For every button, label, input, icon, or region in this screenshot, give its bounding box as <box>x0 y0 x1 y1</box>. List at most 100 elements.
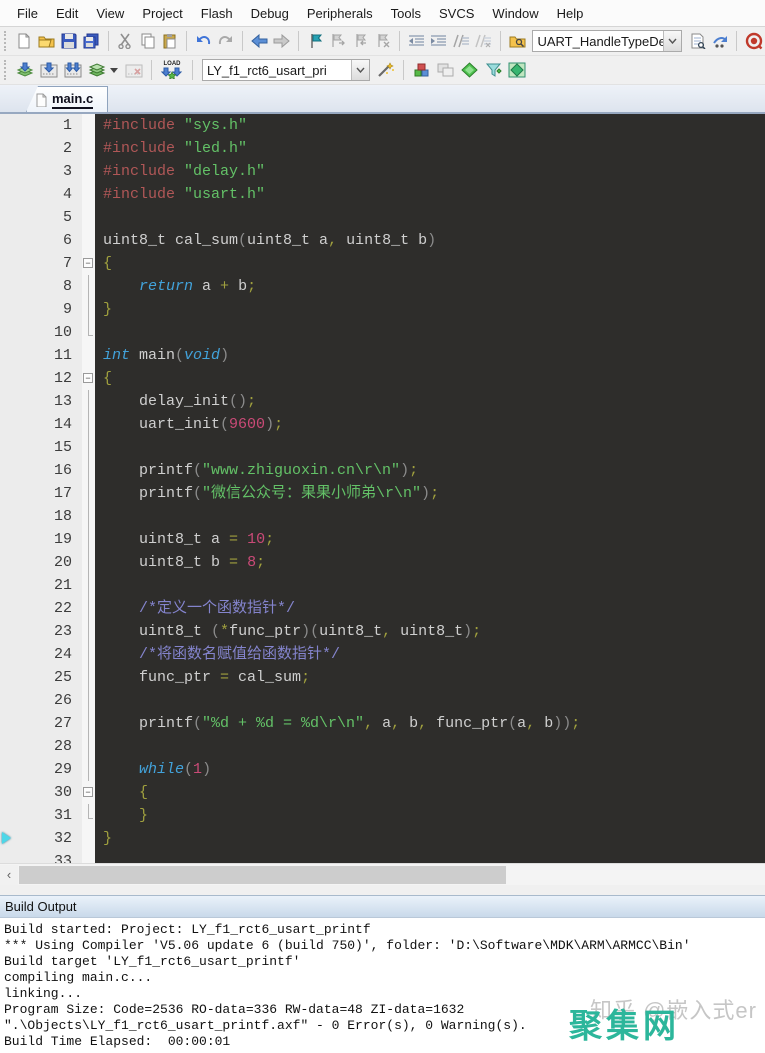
paste-icon[interactable] <box>159 30 182 52</box>
cut-icon[interactable] <box>114 30 137 52</box>
help-search-icon[interactable] <box>742 30 765 52</box>
target-combobox[interactable]: LY_f1_rct6_usart_pri <box>202 59 370 81</box>
code-line[interactable]: 6 uint8_t cal_sum(uint8_t a, uint8_t b) <box>0 229 765 252</box>
code-line[interactable]: 11 int main(void) <box>0 344 765 367</box>
code-line[interactable]: 30 − { <box>0 781 765 804</box>
fold-toggle-icon[interactable]: − <box>83 787 93 797</box>
code-line[interactable]: 28 <box>0 735 765 758</box>
menu-tools[interactable]: Tools <box>382 2 430 25</box>
new-file-icon[interactable] <box>13 30 36 52</box>
code-editor[interactable]: 1 #include "sys.h" 2 #include "led.h" 3 #incl… <box>0 114 765 863</box>
code-line[interactable]: 9} <box>0 298 765 321</box>
code-line[interactable]: 19 uint8_t a = 10; <box>0 528 765 551</box>
rebuild-icon[interactable] <box>61 59 85 81</box>
build-output-header[interactable]: Build Output <box>0 895 765 918</box>
target-combobox-value[interactable]: LY_f1_rct6_usart_pri <box>203 63 351 78</box>
bookmark-clear-icon[interactable] <box>372 30 395 52</box>
redo-icon[interactable] <box>215 30 238 52</box>
code-line[interactable]: 20 uint8_t b = 8; <box>0 551 765 574</box>
menu-flash[interactable]: Flash <box>192 2 242 25</box>
scroll-thumb[interactable] <box>19 866 506 884</box>
batch-build-icon[interactable] <box>85 59 109 81</box>
nav-forward-icon[interactable] <box>271 30 294 52</box>
code-line[interactable]: 7 −{ <box>0 252 765 275</box>
menu-debug[interactable]: Debug <box>242 2 298 25</box>
code-line[interactable]: 15 <box>0 436 765 459</box>
toolbar-separator <box>736 31 738 51</box>
save-icon[interactable] <box>58 30 81 52</box>
fold-toggle-icon[interactable]: − <box>83 373 93 383</box>
build-output-panel[interactable]: Build started: Project: LY_f1_rct6_usart… <box>0 918 765 1053</box>
code-text: uint8_t (*func_ptr)(uint8_t, uint8_t); <box>103 623 482 640</box>
code-line[interactable]: 25 func_ptr = cal_sum; <box>0 666 765 689</box>
code-line[interactable]: 4 #include "usart.h" <box>0 183 765 206</box>
code-line[interactable]: 26 <box>0 689 765 712</box>
code-line[interactable]: 8 return a + b; <box>0 275 765 298</box>
comment-icon[interactable] <box>450 30 473 52</box>
symbol-combobox[interactable]: UART_HandleTypeDe <box>532 30 683 52</box>
open-folder-icon[interactable] <box>35 30 58 52</box>
scroll-left-button[interactable]: ‹ <box>0 865 18 885</box>
code-line[interactable]: 23 uint8_t (*func_ptr)(uint8_t, uint8_t)… <box>0 620 765 643</box>
code-line[interactable]: 3 #include "delay.h" <box>0 160 765 183</box>
code-line[interactable]: 33 <box>0 850 765 863</box>
code-line[interactable]: 1 #include "sys.h" <box>0 114 765 137</box>
bookmark-next-icon[interactable] <box>327 30 350 52</box>
menu-file[interactable]: File <box>8 2 47 25</box>
select-folder-icon[interactable] <box>481 59 505 81</box>
nav-back-icon[interactable] <box>248 30 271 52</box>
bookmark-prev-icon[interactable] <box>349 30 372 52</box>
code-line[interactable]: 21 <box>0 574 765 597</box>
tab-label[interactable]: main.c <box>52 91 94 109</box>
code-line[interactable]: 17 printf("微信公众号：果果小师弟\r\n"); <box>0 482 765 505</box>
code-line[interactable]: 32} <box>0 827 765 850</box>
code-line[interactable]: 22 /*定义一个函数指针*/ <box>0 597 765 620</box>
indent-right-icon[interactable] <box>428 30 451 52</box>
code-line[interactable]: 27 printf("%d + %d = %d\r\n", a, b, func… <box>0 712 765 735</box>
code-line[interactable]: 29 while(1) <box>0 758 765 781</box>
undo-icon[interactable] <box>192 30 215 52</box>
symbol-combobox-dropdown[interactable] <box>663 31 682 51</box>
code-line[interactable]: 13 delay_init(); <box>0 390 765 413</box>
copy-icon[interactable] <box>136 30 159 52</box>
symbol-combobox-value[interactable]: UART_HandleTypeDe <box>533 34 663 49</box>
menu-window[interactable]: Window <box>483 2 547 25</box>
code-line[interactable]: 10 <box>0 321 765 344</box>
manage-components-icon[interactable] <box>409 59 433 81</box>
tab-main-c[interactable]: main.c <box>26 86 109 112</box>
menu-peripherals[interactable]: Peripherals <box>298 2 382 25</box>
menu-svcs[interactable]: SVCS <box>430 2 483 25</box>
menu-view[interactable]: View <box>87 2 133 25</box>
panel-splitter[interactable] <box>0 885 765 895</box>
run-time-env-icon[interactable] <box>457 59 481 81</box>
find-doc-icon[interactable] <box>686 30 709 52</box>
code-line[interactable]: 5 <box>0 206 765 229</box>
save-all-icon[interactable] <box>80 30 103 52</box>
load-flash-icon[interactable]: LOAD <box>157 59 187 81</box>
code-line[interactable]: 24 /*将函数名赋值给函数指针*/ <box>0 643 765 666</box>
code-line[interactable]: 18 <box>0 505 765 528</box>
manage-layout-icon[interactable] <box>433 59 457 81</box>
uncomment-icon[interactable] <box>473 30 496 52</box>
build-icon[interactable] <box>37 59 61 81</box>
code-line[interactable]: 16 printf("www.zhiguoxin.cn\r\n"); <box>0 459 765 482</box>
code-line[interactable]: 12 −{ <box>0 367 765 390</box>
find-next-icon[interactable] <box>709 30 732 52</box>
find-in-files-icon[interactable] <box>506 30 529 52</box>
menu-edit[interactable]: Edit <box>47 2 87 25</box>
batch-build-dropdown-icon[interactable] <box>110 67 118 73</box>
stop-build-icon[interactable] <box>122 59 146 81</box>
code-line[interactable]: 2 #include "led.h" <box>0 137 765 160</box>
translate-icon[interactable] <box>13 59 37 81</box>
code-line[interactable]: 14 uart_init(9600); <box>0 413 765 436</box>
menu-help[interactable]: Help <box>548 2 593 25</box>
horizontal-scrollbar[interactable]: ‹ <box>0 863 765 885</box>
code-line[interactable]: 31 } <box>0 804 765 827</box>
bookmark-flag-icon[interactable] <box>304 30 327 52</box>
indent-left-icon[interactable] <box>405 30 428 52</box>
target-combobox-dropdown[interactable] <box>351 60 369 80</box>
target-options-icon[interactable] <box>374 59 398 81</box>
pack-installer-icon[interactable] <box>505 59 529 81</box>
fold-toggle-icon[interactable]: − <box>83 258 93 268</box>
menu-project[interactable]: Project <box>133 2 191 25</box>
